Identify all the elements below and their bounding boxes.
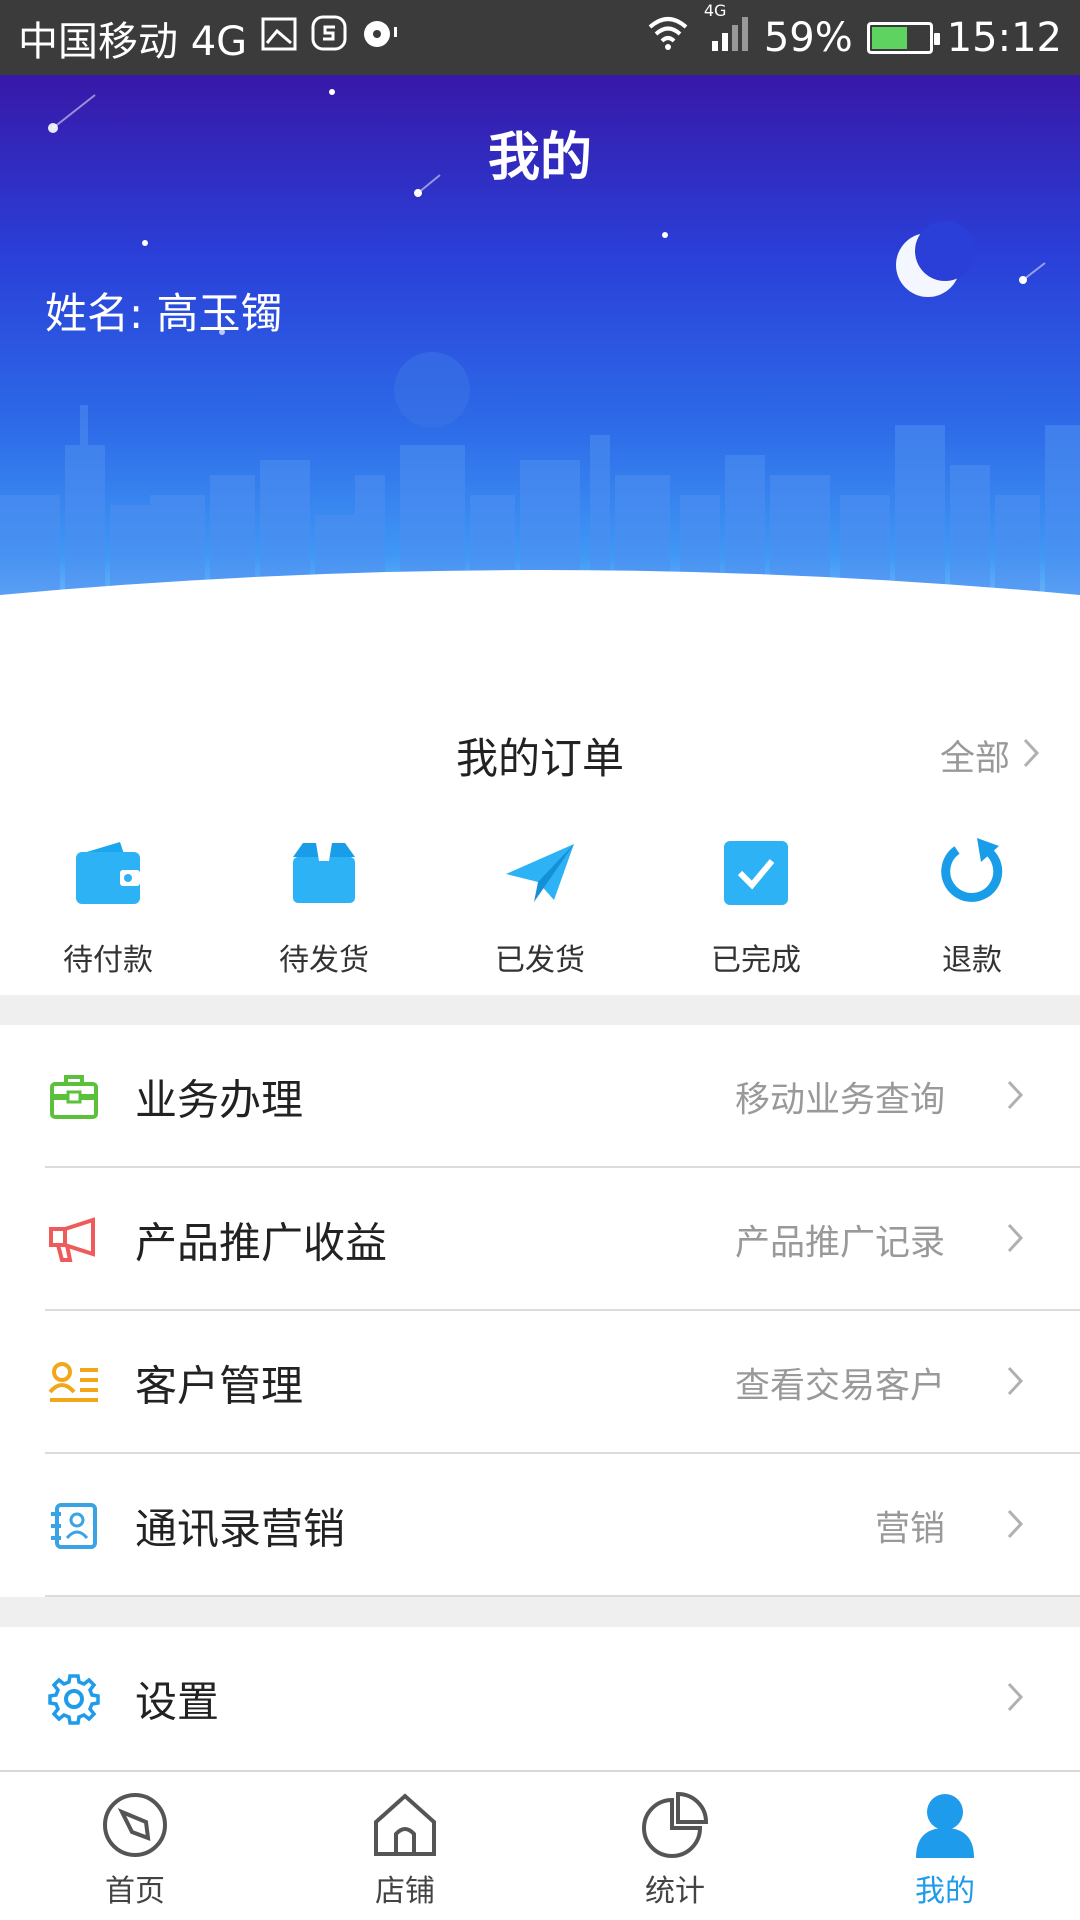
menu-item-customers[interactable]: 客户管理 查看交易客户: [0, 1311, 1080, 1454]
order-pending-payment[interactable]: 待付款: [0, 835, 216, 979]
gear-icon: [48, 1673, 100, 1725]
customer-list-icon: [48, 1357, 100, 1409]
pie-chart-icon: [640, 1790, 710, 1860]
menu-item-sub: 移动业务查询: [734, 1080, 945, 1120]
tab-label: 首页: [105, 1874, 165, 1909]
menu-item-label: 产品推广收益: [135, 1218, 388, 1267]
status-bar: 中国移动 4G 4G 59% 15:12: [0, 0, 1080, 75]
order-item-label: 退款: [942, 943, 1002, 978]
order-shipped[interactable]: 已发货: [432, 835, 648, 979]
chevron-right-icon: [1006, 1365, 1024, 1401]
menu-item-label: 业务办理: [135, 1075, 304, 1124]
menu-item-label: 客户管理: [135, 1361, 304, 1410]
tab-store[interactable]: 店铺: [270, 1772, 540, 1920]
chevron-right-icon: [1006, 1681, 1024, 1717]
order-completed[interactable]: 已完成: [648, 835, 864, 979]
refund-icon: [934, 835, 1010, 911]
signal-icon: 4G: [704, 1, 750, 63]
menu-item-sub: 查看交易客户: [734, 1366, 945, 1406]
menu-item-promotion[interactable]: 产品推广收益 产品推广记录: [0, 1168, 1080, 1311]
bottom-tab-bar: 首页 店铺 统计 我的: [0, 1770, 1080, 1920]
order-refund[interactable]: 退款: [864, 835, 1080, 979]
briefcase-icon: [48, 1071, 100, 1123]
orders-title: 我的订单: [455, 734, 624, 783]
chevron-right-icon[interactable]: [1022, 737, 1040, 773]
image-icon: [261, 15, 297, 61]
tab-mine[interactable]: 我的: [810, 1772, 1080, 1920]
wallet-icon: [70, 835, 146, 911]
chevron-right-icon: [1006, 1508, 1024, 1544]
menu-item-sub: 营销: [874, 1509, 945, 1549]
user-name: 姓名: 高玉镯: [45, 289, 283, 338]
tab-home[interactable]: 首页: [0, 1772, 270, 1920]
profile-header: 我的 姓名: 高玉镯: [0, 75, 1080, 715]
orders-all-link[interactable]: 全部: [940, 730, 1010, 781]
page-title: 我的: [487, 128, 592, 188]
order-pending-shipment[interactable]: 待发货: [216, 835, 432, 979]
menu-item-business[interactable]: 业务办理 移动业务查询: [0, 1025, 1080, 1168]
menu-item-contacts-marketing[interactable]: 通讯录营销 营销: [0, 1454, 1080, 1597]
my-orders-section: 我的订单 全部 待付款 待发货 已发货 已完成 退款: [0, 715, 1080, 995]
app-s-icon: [311, 15, 347, 61]
order-item-label: 已发货: [495, 943, 585, 978]
section-gap: [0, 995, 1080, 1025]
house-icon: [370, 1790, 440, 1860]
contacts-icon: [48, 1500, 100, 1552]
tab-label: 店铺: [375, 1874, 435, 1909]
order-item-label: 已完成: [711, 943, 801, 978]
wifi-icon: [646, 15, 690, 61]
tab-label: 统计: [645, 1874, 705, 1909]
menu-item-label: 设置: [135, 1677, 220, 1726]
media-icon: [361, 15, 401, 61]
menu-item-label: 通讯录营销: [135, 1504, 346, 1553]
carrier-label: 中国移动 4G: [18, 18, 248, 65]
box-icon: [286, 835, 362, 911]
clock: 15:12: [946, 14, 1062, 61]
person-icon: [910, 1790, 980, 1860]
chevron-right-icon: [1006, 1079, 1024, 1115]
order-item-label: 待付款: [63, 943, 153, 978]
battery-icon: [866, 21, 940, 54]
compass-icon: [100, 1790, 170, 1860]
menu-item-sub: 产品推广记录: [734, 1223, 945, 1263]
check-square-icon: [718, 835, 794, 911]
tab-label: 我的: [915, 1874, 975, 1909]
megaphone-icon: [48, 1214, 100, 1266]
menu-item-settings[interactable]: 设置: [0, 1627, 1080, 1770]
order-item-label: 待发货: [279, 943, 369, 978]
battery-percent: 59%: [763, 14, 853, 61]
network-badge: 4G: [703, 0, 727, 20]
paper-plane-icon: [502, 835, 578, 911]
chevron-right-icon: [1006, 1222, 1024, 1258]
tab-statistics[interactable]: 统计: [540, 1772, 810, 1920]
section-gap: [0, 1597, 1080, 1627]
